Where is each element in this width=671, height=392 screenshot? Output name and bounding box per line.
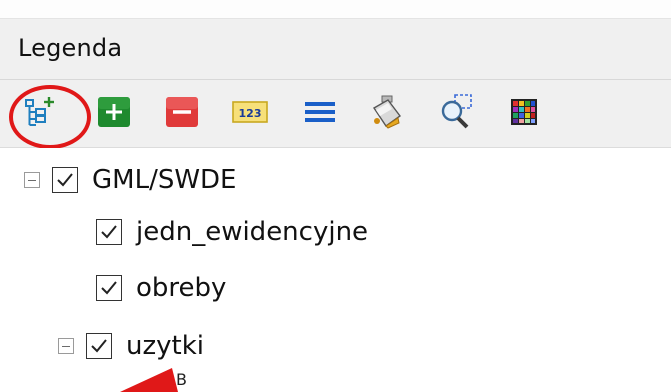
zoom-selection-icon bbox=[437, 93, 475, 131]
color-palette-icon bbox=[509, 97, 539, 127]
layer-checkbox[interactable] bbox=[52, 167, 78, 193]
zoom-selection-button[interactable] bbox=[436, 92, 476, 132]
numbering-123-icon: 123 bbox=[231, 98, 269, 126]
checkmark-icon bbox=[101, 281, 117, 295]
checkmark-icon bbox=[57, 173, 73, 187]
tree-item-obreby[interactable]: obreby bbox=[96, 268, 226, 308]
list-lines-icon bbox=[302, 97, 338, 127]
collapse-toggle[interactable] bbox=[24, 172, 40, 188]
red-arrow-annotation-icon bbox=[120, 368, 178, 392]
tree-item-label: uzytki bbox=[126, 331, 204, 361]
style-button[interactable] bbox=[366, 92, 406, 132]
tree-item-label: jedn_ewidencyjne bbox=[136, 217, 369, 247]
tree-item-label: obreby bbox=[136, 273, 227, 303]
tree-item-b-label: B bbox=[176, 370, 187, 389]
collapse-toggle[interactable] bbox=[58, 338, 74, 354]
add-layer-button[interactable] bbox=[94, 92, 134, 132]
layer-checkbox[interactable] bbox=[96, 219, 122, 245]
window-top-strip bbox=[0, 0, 671, 18]
layer-tree: GML/SWDE jedn_ewidencyjne obreby uzytki bbox=[0, 148, 671, 392]
tree-item-gml-swde[interactable]: GML/SWDE bbox=[24, 160, 237, 200]
layer-checkbox[interactable] bbox=[96, 275, 122, 301]
panel-title: Legenda bbox=[18, 34, 123, 62]
numbering-button[interactable]: 123 bbox=[230, 92, 270, 132]
tree-item-uzytki[interactable]: uzytki bbox=[58, 326, 204, 366]
remove-layer-button[interactable] bbox=[162, 92, 202, 132]
checkmark-icon bbox=[101, 225, 117, 239]
add-group-tree-icon bbox=[22, 95, 58, 129]
tree-item-jedn-ewidencyjne[interactable]: jedn_ewidencyjne bbox=[96, 212, 368, 252]
tree-item-label: GML/SWDE bbox=[92, 165, 237, 195]
add-layer-plus-icon bbox=[96, 95, 132, 129]
color-palette-button[interactable] bbox=[504, 92, 544, 132]
checkmark-icon bbox=[91, 339, 107, 353]
layer-checkbox[interactable] bbox=[86, 333, 112, 359]
remove-layer-minus-icon bbox=[164, 95, 200, 129]
svg-text:123: 123 bbox=[239, 107, 262, 120]
paint-bucket-style-icon bbox=[368, 94, 404, 130]
legend-toolbar: 123 bbox=[0, 80, 671, 148]
list-view-button[interactable] bbox=[300, 92, 340, 132]
add-group-button[interactable] bbox=[20, 92, 60, 132]
